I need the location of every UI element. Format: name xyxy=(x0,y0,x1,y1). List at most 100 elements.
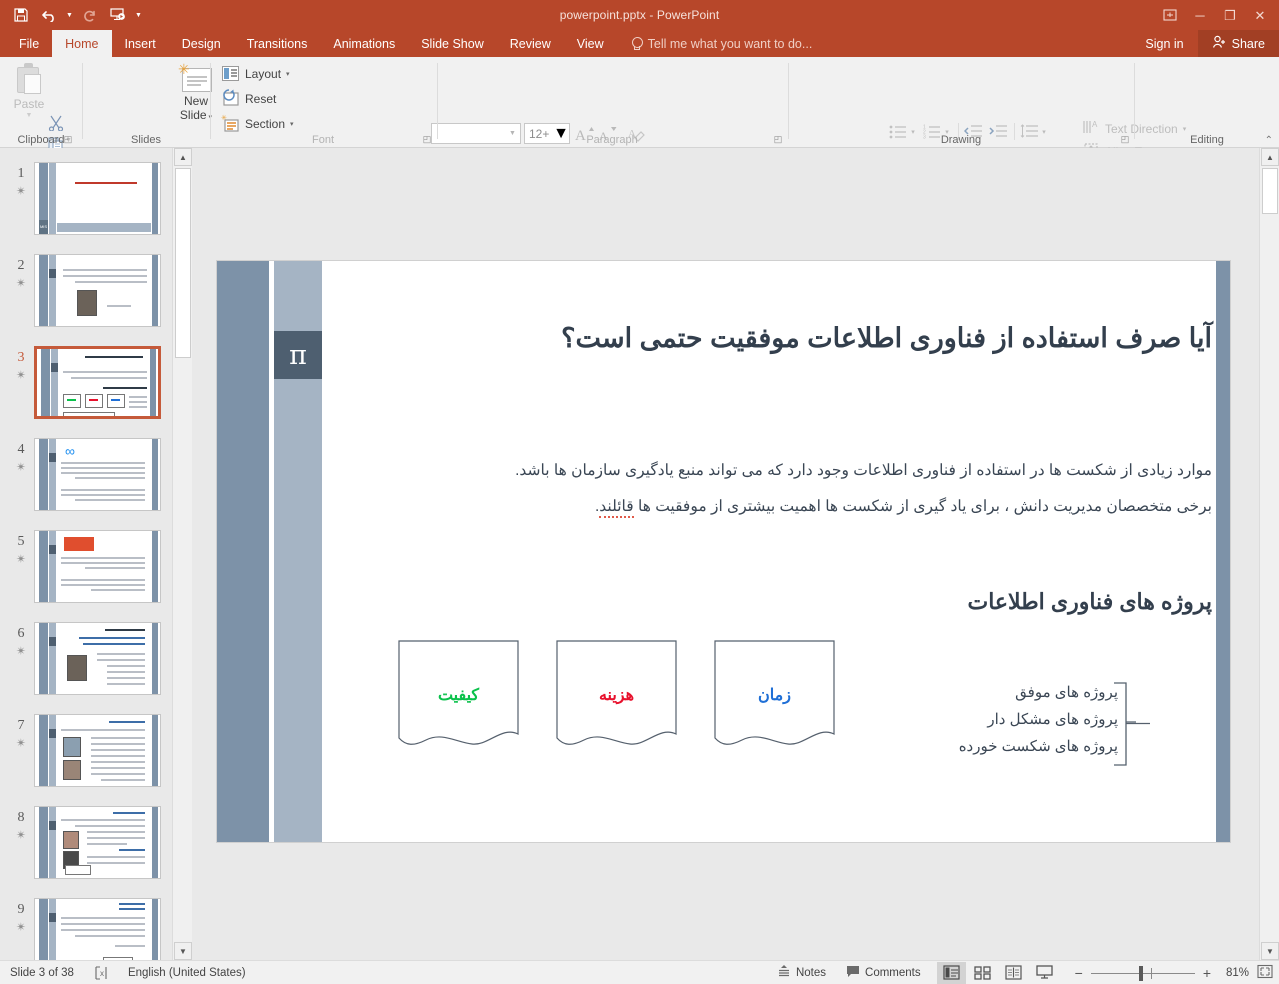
lightbulb-icon xyxy=(631,37,642,51)
font-dialog-launcher[interactable]: ◰ xyxy=(421,133,433,145)
comment-icon xyxy=(846,965,860,981)
share-button[interactable]: Share xyxy=(1198,30,1279,57)
drawing-dialog-launcher[interactable]: ◰ xyxy=(1119,133,1131,145)
fit-slide-to-window-button[interactable] xyxy=(1257,964,1273,982)
svg-text:x: x xyxy=(100,969,104,978)
project-outcome-list[interactable]: پروژه های موفق پروژه های مشکل دار پروژه … xyxy=(888,679,1118,760)
animation-star-icon: ✴ xyxy=(8,552,34,567)
ribbon-group-clipboard: Paste ▼ ▼ Clipboard ◰ xyxy=(0,57,82,148)
thumbnail-slide-5[interactable]: 5 ✴ xyxy=(8,530,186,603)
tab-file[interactable]: File xyxy=(6,30,52,57)
thumbnail-preview: ∞ xyxy=(34,438,161,511)
thumbnail-slide-7[interactable]: 7 ✴ xyxy=(8,714,186,787)
close-icon[interactable]: ✕ xyxy=(1245,2,1275,28)
slide-body-text[interactable]: موارد زیادی از شکست ها در استفاده از فنا… xyxy=(352,453,1212,525)
thumbnail-scroll-down-icon[interactable]: ▼ xyxy=(174,942,192,960)
wave-shape-cost[interactable]: هزینه xyxy=(556,640,677,750)
language-indicator[interactable]: English (United States) xyxy=(118,961,256,984)
minimize-icon[interactable]: ─ xyxy=(1185,2,1215,28)
restore-icon[interactable]: ❐ xyxy=(1215,2,1245,28)
notes-icon xyxy=(777,964,791,981)
tab-animations[interactable]: Animations xyxy=(320,30,408,57)
slide-right-band xyxy=(1216,261,1230,842)
zoom-slider-handle[interactable] xyxy=(1139,966,1143,981)
scroll-thumb[interactable] xyxy=(1262,168,1278,214)
body-paragraph-1: موارد زیادی از شکست ها در استفاده از فنا… xyxy=(352,453,1212,489)
tab-design[interactable]: Design xyxy=(169,30,234,57)
normal-view-button[interactable] xyxy=(937,962,966,984)
zoom-out-button[interactable]: − xyxy=(1075,965,1083,981)
thumbnail-number: 1 ✴ xyxy=(8,162,34,235)
animation-star-icon: ✴ xyxy=(8,460,34,475)
paste-button: Paste ▼ xyxy=(8,61,50,119)
animation-star-icon: ✴ xyxy=(8,736,34,751)
new-slide-icon: ✳ xyxy=(178,64,214,94)
sign-in-button[interactable]: Sign in xyxy=(1131,30,1197,57)
reading-view-button[interactable] xyxy=(999,962,1028,984)
zoom-in-button[interactable]: + xyxy=(1203,965,1211,981)
right-brace-shape[interactable] xyxy=(1112,681,1152,772)
slide-section-heading[interactable]: پروژه های فناوری اطلاعات xyxy=(612,589,1212,615)
thumbnail-scrollbar[interactable]: ▲ ▼ xyxy=(172,148,192,960)
list-item: پروژه های شکست خورده xyxy=(888,733,1118,760)
ribbon-tabs: File Home Insert Design Transitions Anim… xyxy=(0,30,1279,57)
notes-button[interactable]: Notes xyxy=(767,961,836,984)
thumbnail-scroll-up-icon[interactable]: ▲ xyxy=(174,148,192,166)
sparkle-icon: ✳ xyxy=(178,62,190,76)
tab-review[interactable]: Review xyxy=(497,30,564,57)
clipboard-dialog-launcher[interactable]: ◰ xyxy=(62,133,74,145)
paragraph-dialog-launcher[interactable]: ◰ xyxy=(772,133,784,145)
tab-transitions[interactable]: Transitions xyxy=(234,30,321,57)
scroll-up-icon[interactable]: ▲ xyxy=(1261,148,1279,166)
tab-view[interactable]: View xyxy=(564,30,617,57)
thumbnail-slide-2[interactable]: 2 ✴ xyxy=(8,254,186,327)
slide-sorter-button[interactable] xyxy=(968,962,997,984)
slide-edit-area[interactable]: π آیا صرف استفاده از فناوری اطلاعات موفق… xyxy=(192,148,1259,960)
slide-counter[interactable]: Slide 3 of 38 xyxy=(0,961,84,984)
tab-home[interactable]: Home xyxy=(52,30,111,57)
view-buttons xyxy=(931,962,1065,984)
animation-star-icon: ✴ xyxy=(8,184,34,199)
thumbnail-preview xyxy=(34,530,161,603)
thumbnail-scroll-thumb[interactable] xyxy=(175,168,191,358)
animation-star-icon: ✴ xyxy=(8,828,34,843)
thumbnail-slide-8[interactable]: 8 ✴ xyxy=(8,806,186,879)
thumbnail-preview xyxy=(34,622,161,695)
thumbnail-slide-9[interactable]: 9 ✴ xyxy=(8,898,186,960)
editing-group-label: Editing xyxy=(1135,134,1279,146)
thumbnail-slide-6[interactable]: 6 ✴ xyxy=(8,622,186,695)
zoom-slider[interactable] xyxy=(1091,962,1195,984)
wave-shape-quality[interactable]: کیفیت xyxy=(398,640,519,750)
current-slide[interactable]: π آیا صرف استفاده از فناوری اطلاعات موفق… xyxy=(217,261,1230,842)
comments-label: Comments xyxy=(865,967,921,979)
thumbnail-slide-3[interactable]: 3 ✴ xyxy=(8,346,186,419)
slides-group-label: Slides xyxy=(83,134,209,146)
wave-shape-label: زمان xyxy=(714,640,835,750)
notes-label: Notes xyxy=(796,967,826,979)
main-vertical-scrollbar[interactable]: ▲ ▼ xyxy=(1259,148,1279,960)
collapse-ribbon-button[interactable]: ⌃ xyxy=(1265,135,1273,146)
tab-insert[interactable]: Insert xyxy=(112,30,169,57)
thumbnail-number: 9 ✴ xyxy=(8,898,34,960)
thumbnail-slide-1[interactable]: 1 ✴ MIS xyxy=(8,162,186,235)
ribbon-display-options-icon[interactable] xyxy=(1155,2,1185,28)
accessibility-checker-icon[interactable]: x xyxy=(84,961,118,984)
thumbnail-number: 7 ✴ xyxy=(8,714,34,787)
scroll-down-icon[interactable]: ▼ xyxy=(1261,942,1279,960)
wave-shape-label: هزینه xyxy=(556,640,677,750)
thumbnail-number: 2 ✴ xyxy=(8,254,34,327)
wave-shape-time[interactable]: زمان xyxy=(714,640,835,750)
comments-button[interactable]: Comments xyxy=(836,961,931,984)
animation-star-icon: ✴ xyxy=(8,644,34,659)
slideshow-view-button[interactable] xyxy=(1030,962,1059,984)
zoom-controls: − + 81% xyxy=(1065,961,1279,984)
thumbnail-preview xyxy=(34,806,161,879)
share-person-icon xyxy=(1212,35,1226,52)
tab-slide-show[interactable]: Slide Show xyxy=(408,30,497,57)
title-bar: ▼ ▼ powerpoint.pptx - PowerPoint ─ ❐ ✕ xyxy=(0,0,1279,30)
thumbnail-slide-4[interactable]: 4 ✴ ∞ xyxy=(8,438,186,511)
slide-thumbnail-pane[interactable]: 1 ✴ MIS 2 ✴ 3 ✴ xyxy=(0,148,192,960)
tell-me-box[interactable]: Tell me what you want to do... xyxy=(617,30,823,57)
window-controls: ─ ❐ ✕ xyxy=(1155,0,1275,30)
slide-title[interactable]: آیا صرف استفاده از فناوری اطلاعات موفقیت… xyxy=(432,323,1212,354)
